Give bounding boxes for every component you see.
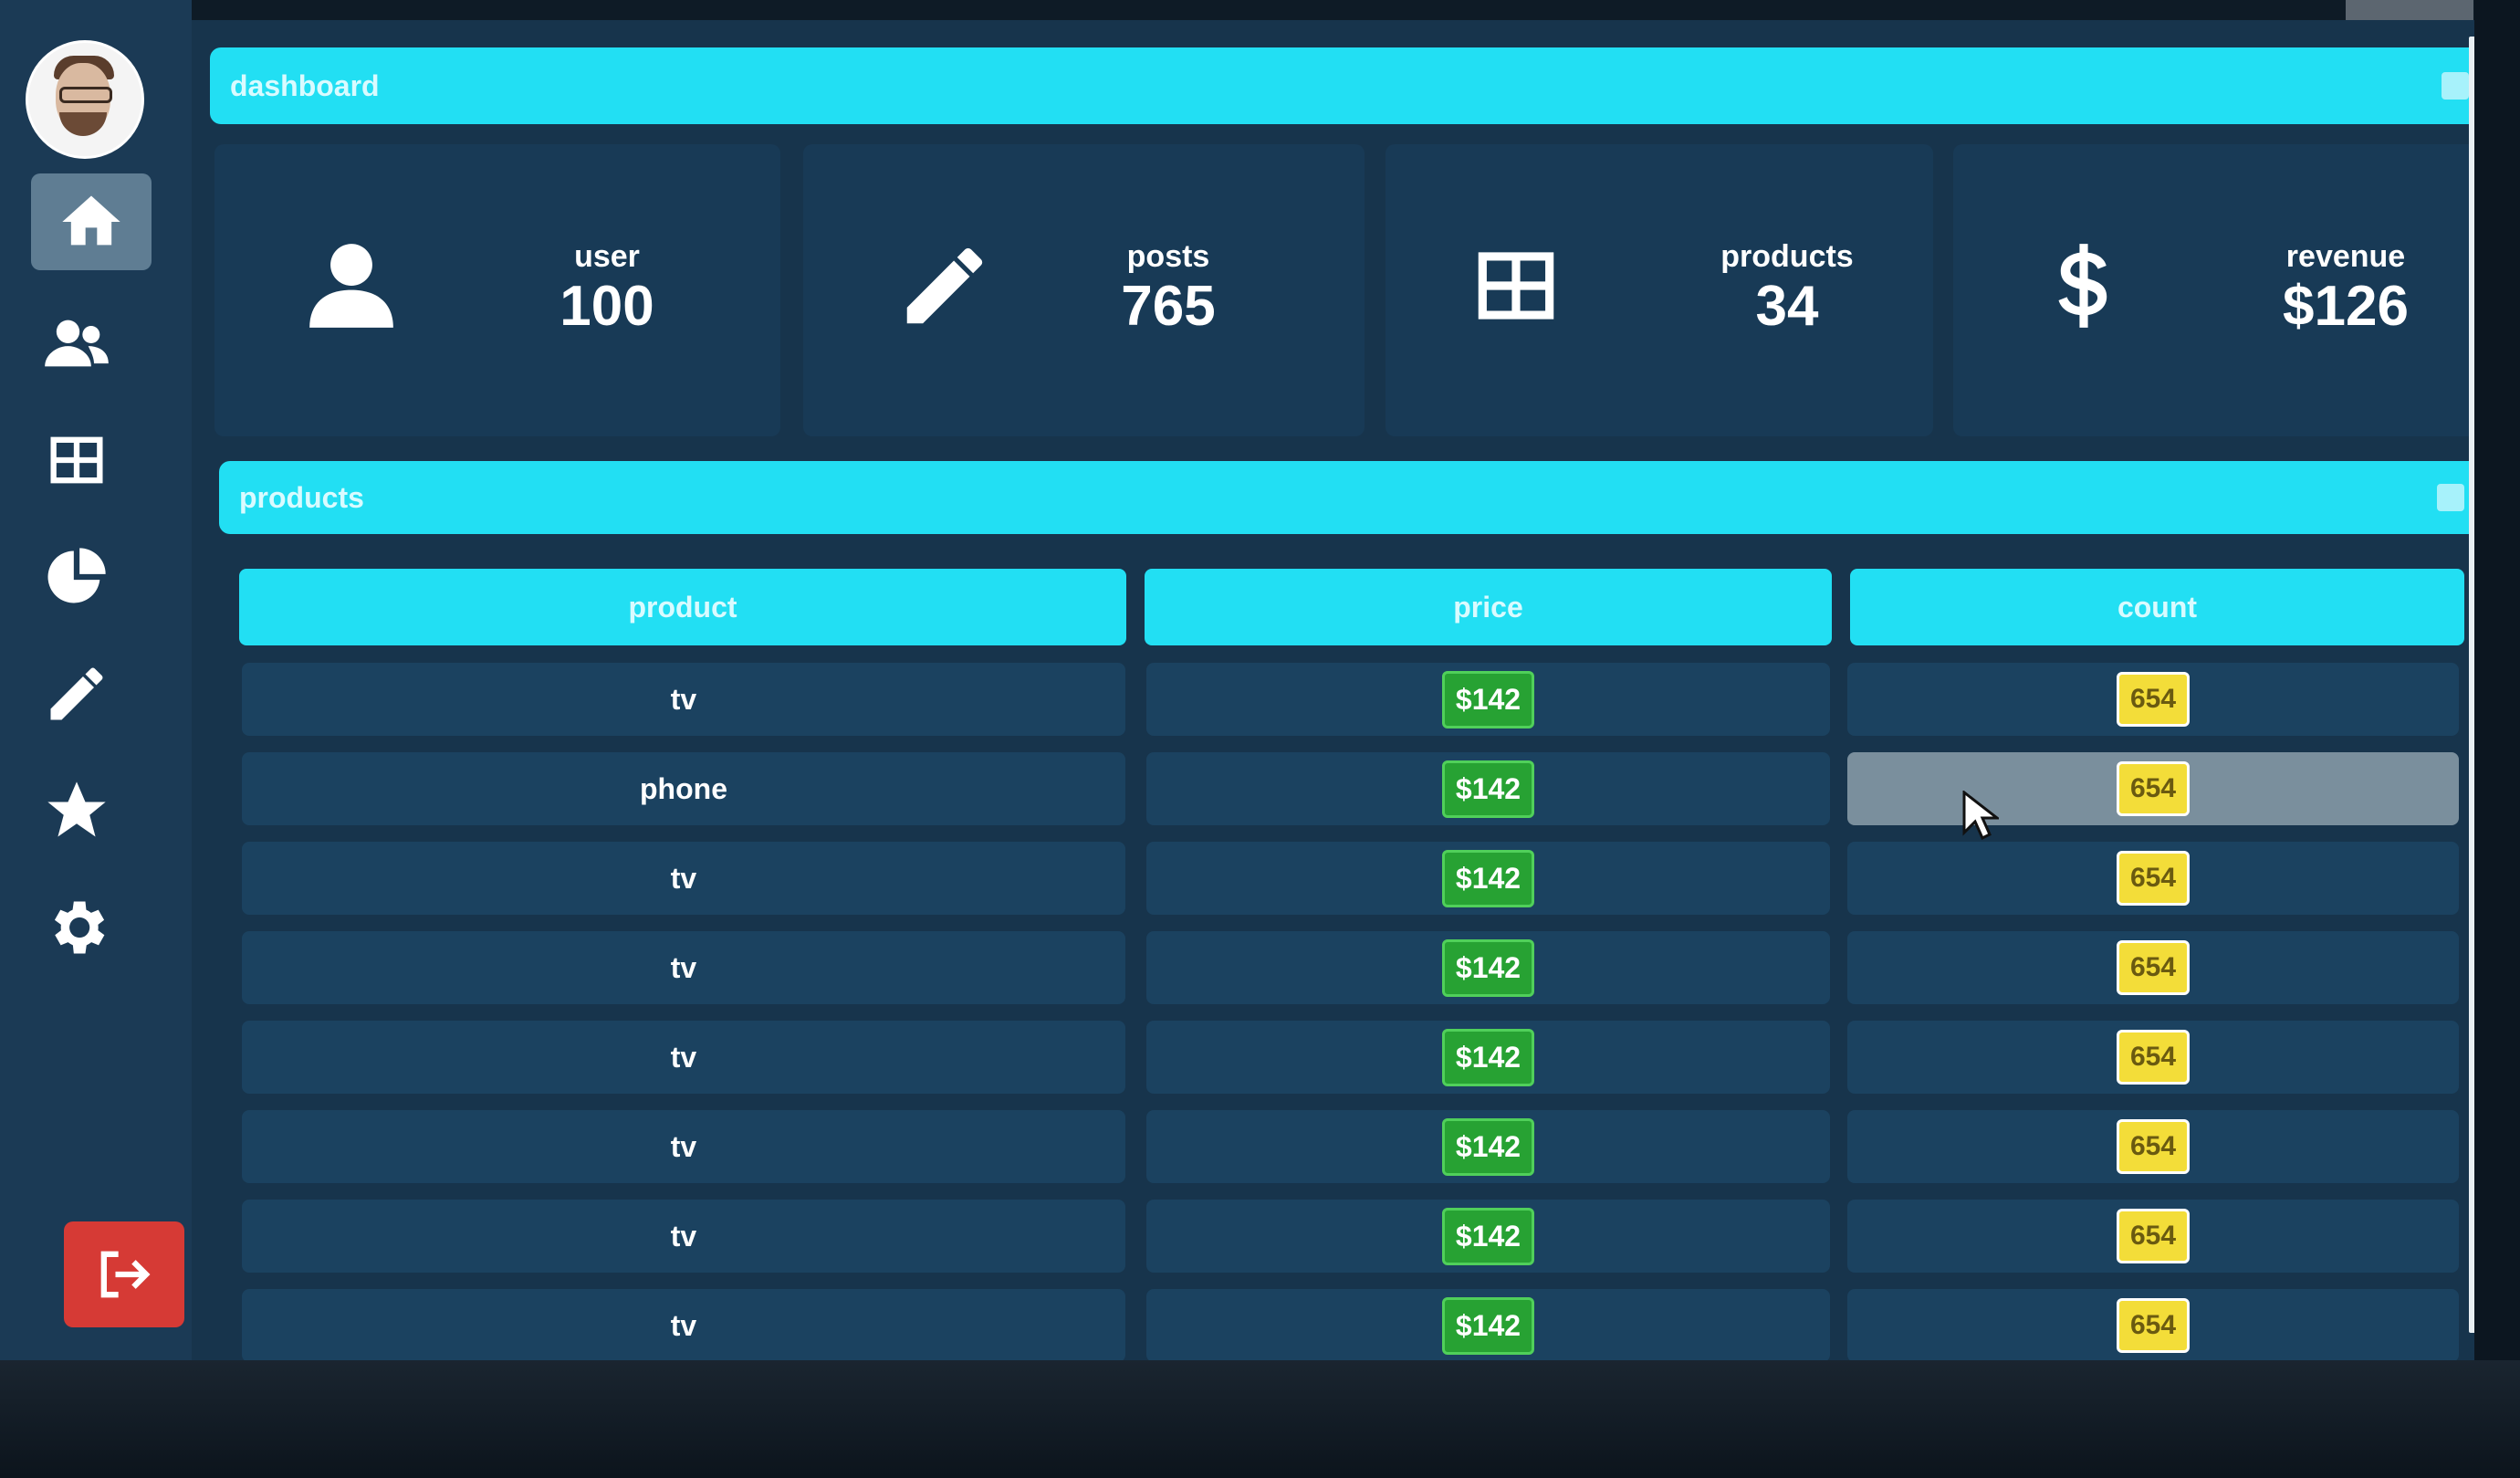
collapse-icon[interactable] [2442,72,2469,100]
stat-label: posts [1126,239,1210,274]
table-cell-price: $142 [1146,663,1830,736]
top-strip [192,0,2492,20]
users-icon[interactable] [35,301,119,385]
logout-button[interactable] [64,1221,184,1327]
product-name: phone [640,771,727,805]
table-cell-count[interactable]: 654 [1847,663,2459,736]
grid-icon[interactable] [35,418,119,502]
mouse-cursor-icon [1962,791,1999,841]
screen-edge [2474,0,2520,1360]
stat-card-products: products 34 [1385,144,1933,436]
product-name: tv [670,861,697,895]
stat-value: 765 [1121,275,1216,338]
count-badge: 654 [2116,1119,2191,1174]
stat-label: revenue [2285,239,2406,274]
column-header-product[interactable]: product [239,569,1126,645]
count-badge: 654 [2116,851,2191,906]
table-cell-product: phone [242,752,1125,825]
price-badge: $142 [1441,849,1535,907]
sign-out-icon [100,1251,151,1298]
table-cell-price: $142 [1146,1021,1830,1094]
table-cell-price: $142 [1146,1200,1830,1273]
price-badge: $142 [1441,1028,1535,1086]
table-cell-price: $142 [1146,842,1830,915]
table-cell-count[interactable]: 654 [1847,1200,2459,1273]
table-cell-product: tv [242,1110,1125,1183]
stat-value: 34 [1755,275,1819,338]
count-badge: 654 [2116,1209,2191,1263]
update-button[interactable] [2346,0,2473,20]
stat-value: 100 [559,275,654,338]
price-badge: $142 [1441,1117,1535,1176]
product-name: tv [670,1040,697,1074]
price-badge: $142 [1441,670,1535,729]
page-title: dashboard [230,68,380,102]
table-cell-count[interactable]: 654 [1847,842,2459,915]
table-cell-product: tv [242,1289,1125,1362]
table-cell-product: tv [242,842,1125,915]
pencil-icon [894,236,995,336]
count-badge: 654 [2116,1030,2191,1085]
pencil-icon[interactable] [35,652,119,736]
pie-chart-icon[interactable] [35,535,119,619]
avatar[interactable] [26,40,144,159]
stat-card-revenue: revenue $126 [1953,144,2487,436]
table-cell-count[interactable]: 654 [1847,931,2459,1004]
table-cell-price: $142 [1146,931,1830,1004]
table-cell-price: $142 [1146,1110,1830,1183]
table-icon[interactable] [2437,484,2464,511]
table-cell-product: tv [242,1200,1125,1273]
product-name: tv [670,950,697,984]
table-cell-price: $142 [1146,752,1830,825]
table-cell-count[interactable]: 654 [1847,752,2459,825]
table-cell-product: tv [242,1021,1125,1094]
star-icon[interactable] [35,769,119,853]
sidebar [0,0,192,1360]
dollar-icon [2034,236,2134,336]
stat-value: $126 [2283,275,2409,338]
home-icon[interactable] [31,173,152,270]
price-badge: $142 [1441,1296,1535,1355]
gear-icon[interactable] [35,886,119,970]
dashboard-header: dashboard [210,47,2487,124]
table-cell-product: tv [242,663,1125,736]
column-header-count[interactable]: count [1850,569,2464,645]
stat-label: user [574,239,640,274]
product-name: tv [670,1219,697,1253]
products-header: products [219,461,2483,534]
count-badge: 654 [2116,672,2191,727]
price-badge: $142 [1441,760,1535,818]
user-icon [301,236,402,336]
stat-card-user: user 100 [214,144,780,436]
column-header-price[interactable]: price [1145,569,1832,645]
count-badge: 654 [2116,940,2191,995]
product-name: tv [670,1129,697,1163]
count-badge: 654 [2116,761,2191,816]
table-cell-count[interactable]: 654 [1847,1110,2459,1183]
table-cell-price: $142 [1146,1289,1830,1362]
table-cell-count[interactable]: 654 [1847,1289,2459,1362]
stat-card-posts: posts 765 [803,144,1365,436]
count-badge: 654 [2116,1298,2191,1353]
price-badge: $142 [1441,1207,1535,1265]
monitor-bezel [0,1360,2520,1478]
table-cell-count[interactable]: 654 [1847,1021,2459,1094]
grid-icon [1466,236,1566,336]
product-name: tv [670,682,697,716]
stat-label: products [1720,239,1854,274]
product-name: tv [670,1308,697,1342]
section-title: products [239,480,364,514]
table-cell-product: tv [242,931,1125,1004]
price-badge: $142 [1441,938,1535,997]
